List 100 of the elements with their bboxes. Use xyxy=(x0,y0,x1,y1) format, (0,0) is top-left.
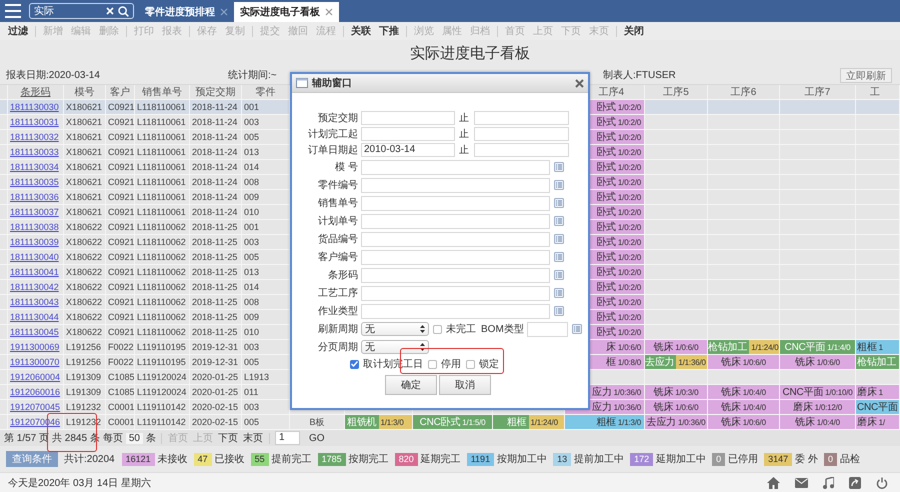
step-cell: 去应力 1/0:36/0 xyxy=(645,415,708,429)
legend-label: 已停用 xyxy=(728,453,758,466)
to-label: 止 xyxy=(459,112,469,125)
column-header: 工序6 xyxy=(730,86,756,99)
step-cell: 铣床 1/0:6/0 xyxy=(645,400,708,414)
field-label: 计划单号 xyxy=(317,214,358,228)
table-cell: C0921 xyxy=(106,265,135,279)
field-label: 销售单号 xyxy=(317,196,358,210)
table-cell: C1085 xyxy=(106,370,135,384)
table-cell: 2018-11-24 xyxy=(190,160,242,174)
table-cell: X180622 xyxy=(64,220,106,234)
step-cell: 铣床 1/0:4/0 xyxy=(708,385,780,399)
step-cell: 铣床 1/0:4/0 xyxy=(780,415,856,429)
step-cell: 枪钻加工 xyxy=(856,355,900,369)
table-cell: L191309 xyxy=(64,370,106,384)
column-header: 客户 xyxy=(110,86,130,99)
table-cell: 2018-11-25 xyxy=(190,220,242,234)
table-cell: L118110061 xyxy=(135,115,190,129)
table-cell: 2018-11-24 xyxy=(190,115,242,129)
count-badge: 0 xyxy=(712,452,726,466)
field-label: 刷新周期 xyxy=(317,322,358,336)
table-cell: X180622 xyxy=(64,310,106,324)
table-cell: 2018-11-24 xyxy=(190,190,242,204)
step-cell: 铣床 1/0:3/0 xyxy=(645,385,708,399)
legend-label: 提前完工 xyxy=(272,452,312,466)
legend-label: 按期完工 xyxy=(348,452,389,466)
step-cell: 铣床 1/0:6/0 xyxy=(645,340,708,354)
step-cell: 铣床 1/0:6/0 xyxy=(708,355,780,369)
table-cell: 2020-01-25 xyxy=(190,385,242,399)
table-cell: 005 xyxy=(242,415,290,429)
to-label: 止 xyxy=(459,128,469,141)
table-cell: C0921 xyxy=(106,205,135,219)
table-cell: L118110061 xyxy=(135,100,190,114)
checkbox-label: 锁定 xyxy=(479,358,499,371)
table-cell: X180622 xyxy=(64,265,106,279)
table-cell: L118110062 xyxy=(135,235,190,249)
count-badge: 47 xyxy=(194,452,212,466)
table-cell: X180621 xyxy=(64,100,106,114)
table-cell: 2018-11-25 xyxy=(190,235,242,249)
table-cell: C0001 xyxy=(106,415,135,429)
table-cell: 2018-11-25 xyxy=(190,295,242,309)
column-header: 工序4 xyxy=(598,86,624,99)
table-cell: X180622 xyxy=(64,295,106,309)
column-header: 销售单号 xyxy=(142,86,182,99)
table-cell: 2020-01-25 xyxy=(190,370,242,384)
table-cell: X180621 xyxy=(64,160,106,174)
table-cell: 2018-11-25 xyxy=(190,250,242,264)
table-cell: C0921 xyxy=(106,145,135,159)
count-badge: 0 xyxy=(824,452,837,466)
table-cell: L118110062 xyxy=(135,280,190,294)
table-cell: C0001 xyxy=(106,400,135,414)
legend-total: 共计:20204 xyxy=(64,452,115,466)
table-cell: C0921 xyxy=(106,220,135,234)
table-cell: 2018-11-25 xyxy=(190,325,242,339)
column-header: 工序5 xyxy=(663,86,689,99)
column-header: 零件 xyxy=(256,86,276,99)
report-date: 报表日期:2020-03-14 xyxy=(5,68,101,82)
table-cell: X180621 xyxy=(64,115,106,129)
field-label: 条形码 xyxy=(327,269,358,282)
step-name: 粗框 xyxy=(493,415,528,429)
legend-label: 延期完工 xyxy=(420,452,461,466)
to-label: 止 xyxy=(459,144,469,157)
step-cell: 铣床 1/0:6/0 xyxy=(780,355,856,369)
table-cell: X180622 xyxy=(64,280,106,294)
table-cell: X180622 xyxy=(64,250,106,264)
table-cell: 2018-11-24 xyxy=(190,130,242,144)
field-label: 作业类型 xyxy=(317,304,358,318)
count-badge: 1191 xyxy=(466,452,494,466)
table-cell: L118110062 xyxy=(135,310,190,324)
field-label: 订单日期起 xyxy=(307,144,358,157)
count-badge: 16121 xyxy=(122,452,155,466)
table-cell: L191309 xyxy=(64,385,106,399)
table-cell: C0921 xyxy=(106,295,135,309)
table-cell: C0921 xyxy=(106,115,135,129)
table-cell: L191256 xyxy=(64,340,106,354)
table-cell: 2018-11-25 xyxy=(190,310,242,324)
table-cell: L118110061 xyxy=(135,205,190,219)
step-name: 去应力 xyxy=(645,355,676,369)
table-cell: C0921 xyxy=(106,325,135,339)
table-cell: X180621 xyxy=(64,175,106,189)
legend-label: 未接收 xyxy=(158,452,188,466)
table-cell: 2019-12-31 xyxy=(190,340,242,354)
table-cell: 2019-12-31 xyxy=(190,355,242,369)
table-cell: C0921 xyxy=(106,175,135,189)
report-maker: 制表人:FTUSER xyxy=(603,68,677,82)
table-cell: C0921 xyxy=(106,235,135,249)
field-label: 预定交期 xyxy=(317,112,358,125)
checkbox-label: 未完工 xyxy=(446,322,476,336)
table-cell: L118110062 xyxy=(135,325,190,339)
legend-label: 品检 xyxy=(840,452,860,466)
table-cell: C0921 xyxy=(106,190,135,204)
step-cell: 铣床 1/0:6/0 xyxy=(708,415,780,429)
count-badge: 820 xyxy=(394,452,418,466)
table-cell: L119120024 xyxy=(135,385,190,399)
step-cell: CNC卧式 1/1:5/0 xyxy=(413,415,493,429)
table-cell: C0921 xyxy=(106,310,135,324)
table-cell: F0022 xyxy=(106,340,135,354)
table-cell: X180622 xyxy=(64,325,106,339)
table-cell: 2018-11-24 xyxy=(190,145,242,159)
legend-label: 已接收 xyxy=(214,452,245,466)
